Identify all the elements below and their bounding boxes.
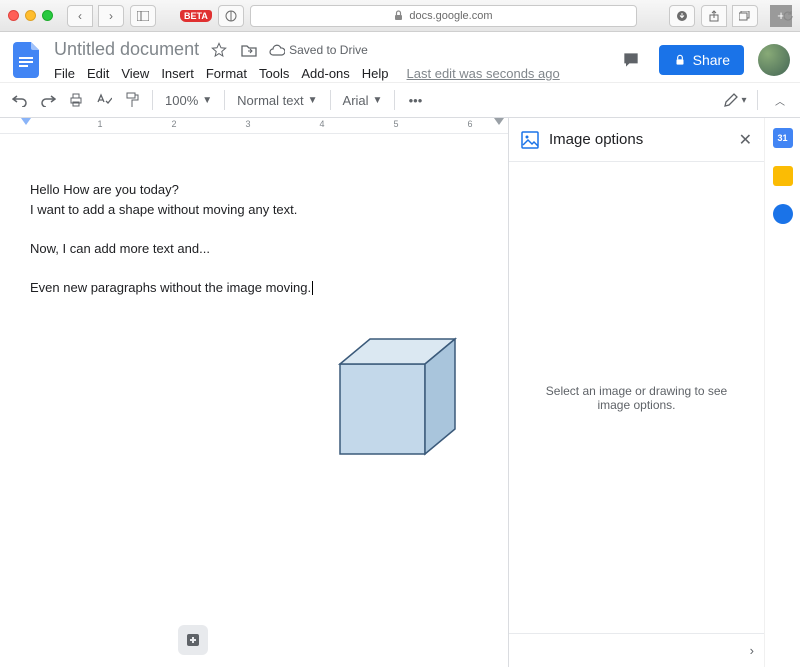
paint-format-button[interactable] bbox=[120, 88, 144, 112]
calendar-addon-icon[interactable]: 31 bbox=[773, 128, 793, 148]
menu-file[interactable]: File bbox=[54, 66, 75, 81]
image-icon bbox=[521, 131, 539, 149]
more-tools-button[interactable]: ••• bbox=[403, 88, 427, 112]
move-folder-icon[interactable] bbox=[239, 40, 259, 60]
cloud-icon bbox=[269, 44, 285, 56]
panel-title: Image options bbox=[549, 131, 643, 148]
editing-mode-button[interactable]: ▾ bbox=[723, 88, 747, 112]
style-selector[interactable]: Normal text▼ bbox=[233, 93, 321, 108]
browser-chrome: ‹ › BETA docs.google.com + bbox=[0, 0, 800, 32]
beta-badge: BETA bbox=[180, 10, 212, 22]
panel-placeholder: Select an image or drawing to see image … bbox=[509, 162, 764, 633]
minimize-window-icon[interactable] bbox=[25, 10, 36, 21]
docs-app: Untitled document Saved to Drive File Ed… bbox=[0, 32, 800, 667]
nav-forward-button[interactable]: › bbox=[98, 5, 124, 27]
menu-bar: File Edit View Insert Format Tools Add-o… bbox=[54, 62, 560, 81]
tabs-button[interactable] bbox=[732, 5, 758, 27]
close-window-icon[interactable] bbox=[8, 10, 19, 21]
doc-title[interactable]: Untitled document bbox=[54, 39, 199, 60]
star-icon[interactable] bbox=[209, 40, 229, 60]
panel-chevron-button[interactable]: › bbox=[750, 643, 754, 658]
explore-button[interactable] bbox=[178, 625, 208, 655]
doc-text-line[interactable]: I want to add a shape without moving any… bbox=[30, 200, 478, 220]
ruler-mark: 1 bbox=[97, 119, 102, 129]
ruler-mark: 3 bbox=[245, 119, 250, 129]
menu-format[interactable]: Format bbox=[206, 66, 247, 81]
indent-marker-icon[interactable] bbox=[21, 118, 31, 125]
menu-insert[interactable]: Insert bbox=[161, 66, 194, 81]
text-cursor bbox=[312, 281, 313, 295]
menu-tools[interactable]: Tools bbox=[259, 66, 289, 81]
right-indent-marker-icon[interactable] bbox=[494, 118, 504, 125]
spellcheck-button[interactable] bbox=[92, 88, 116, 112]
maximize-window-icon[interactable] bbox=[42, 10, 53, 21]
docs-header: Untitled document Saved to Drive File Ed… bbox=[0, 32, 800, 82]
menu-view[interactable]: View bbox=[121, 66, 149, 81]
last-edit-link[interactable]: Last edit was seconds ago bbox=[407, 66, 560, 81]
doc-text-line[interactable]: Even new paragraphs without the image mo… bbox=[30, 278, 478, 298]
horizontal-ruler[interactable]: 1 2 3 4 5 6 bbox=[0, 118, 508, 134]
nav-back-button[interactable]: ‹ bbox=[67, 5, 93, 27]
document-page[interactable]: Hello How are you today? I want to add a… bbox=[0, 134, 508, 667]
share-button[interactable]: Share bbox=[659, 45, 744, 75]
side-rail: 31 bbox=[764, 118, 800, 667]
docs-logo-icon[interactable] bbox=[10, 38, 44, 82]
tasks-addon-icon[interactable] bbox=[773, 204, 793, 224]
redo-button[interactable] bbox=[36, 88, 60, 112]
download-button[interactable] bbox=[669, 5, 695, 27]
sidebar-toggle-button[interactable] bbox=[130, 5, 156, 27]
doc-text-line[interactable]: Now, I can add more text and... bbox=[30, 239, 478, 259]
lock-icon bbox=[394, 10, 403, 21]
ruler-mark: 2 bbox=[171, 119, 176, 129]
ruler-mark: 4 bbox=[319, 119, 324, 129]
window-controls bbox=[8, 10, 53, 21]
save-status: Saved to Drive bbox=[269, 43, 368, 57]
cube-drawing[interactable] bbox=[335, 334, 465, 464]
lock-icon bbox=[673, 53, 687, 67]
ruler-mark: 5 bbox=[393, 119, 398, 129]
keep-addon-icon[interactable] bbox=[773, 166, 793, 186]
ruler-mark: 6 bbox=[467, 119, 472, 129]
formatting-toolbar: 100%▼ Normal text▼ Arial▼ ••• ▾ ︿ bbox=[0, 82, 800, 118]
font-selector[interactable]: Arial▼ bbox=[339, 93, 387, 108]
image-options-panel: Image options ✕ Select an image or drawi… bbox=[508, 118, 764, 667]
menu-edit[interactable]: Edit bbox=[87, 66, 109, 81]
collapse-toolbar-button[interactable]: ︿ bbox=[768, 88, 792, 112]
workspace: 1 2 3 4 5 6 Hello How are you today? I w… bbox=[0, 118, 800, 667]
reload-icon[interactable] bbox=[782, 10, 794, 22]
account-avatar[interactable] bbox=[758, 44, 790, 76]
share-sheet-button[interactable] bbox=[701, 5, 727, 27]
doc-text-line[interactable]: Hello How are you today? bbox=[30, 180, 478, 200]
menu-addons[interactable]: Add-ons bbox=[301, 66, 349, 81]
menu-help[interactable]: Help bbox=[362, 66, 389, 81]
url-text: docs.google.com bbox=[409, 10, 492, 22]
address-bar[interactable]: docs.google.com bbox=[250, 5, 637, 27]
close-panel-button[interactable]: ✕ bbox=[739, 130, 752, 150]
document-area[interactable]: 1 2 3 4 5 6 Hello How are you today? I w… bbox=[0, 118, 508, 667]
undo-button[interactable] bbox=[8, 88, 32, 112]
comments-button[interactable] bbox=[617, 46, 645, 74]
shield-icon[interactable] bbox=[218, 5, 244, 27]
print-button[interactable] bbox=[64, 88, 88, 112]
zoom-selector[interactable]: 100%▼ bbox=[161, 93, 216, 108]
